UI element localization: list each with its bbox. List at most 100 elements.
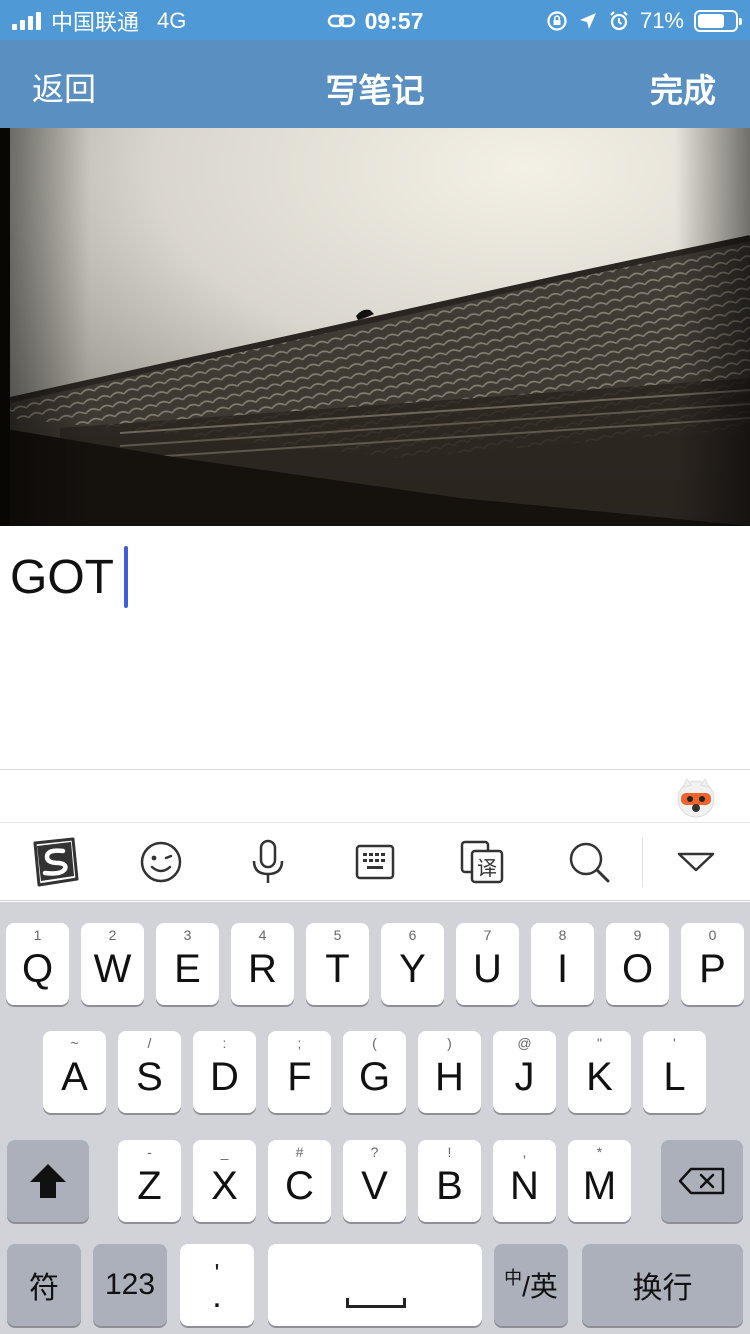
language-switch-key[interactable]: 中/英 <box>494 1244 568 1326</box>
key-n[interactable]: ,N <box>493 1140 556 1222</box>
key-secondary-label: " <box>597 1035 602 1051</box>
key-secondary-label: # <box>295 1144 304 1160</box>
shift-key[interactable] <box>7 1140 89 1222</box>
key-label: E <box>174 946 201 991</box>
key-r[interactable]: 4R <box>231 923 294 1005</box>
key-v[interactable]: ? V <box>343 1140 406 1222</box>
sogou-logo-icon[interactable] <box>26 837 82 887</box>
battery-icon <box>694 10 742 32</box>
symbols-key[interactable]: 符 <box>7 1244 81 1326</box>
key-m[interactable]: * M <box>568 1140 631 1222</box>
key-label: C <box>285 1163 314 1208</box>
key-a[interactable]: ~ A <box>43 1031 106 1113</box>
space-key[interactable] <box>268 1244 482 1326</box>
shift-icon <box>30 1164 66 1198</box>
backspace-key[interactable] <box>661 1140 743 1222</box>
key-s[interactable]: / S <box>118 1031 181 1113</box>
key-secondary-label: 5 <box>333 927 342 943</box>
key-p[interactable]: 0P <box>681 923 744 1005</box>
key-i[interactable]: 8I <box>531 923 594 1005</box>
key-secondary-label: , <box>522 1144 527 1160</box>
key-secondary-label: - <box>147 1144 152 1160</box>
key-label: T <box>325 946 350 991</box>
key-label: K <box>586 1054 613 1099</box>
key-label: Z <box>137 1163 162 1208</box>
key-label: O <box>621 946 654 991</box>
key-label: Y <box>399 946 426 991</box>
key-secondary-label: : <box>222 1035 227 1051</box>
keyboard-icon[interactable] <box>347 837 403 887</box>
key-f[interactable]: ; F <box>268 1031 331 1113</box>
key-label: U <box>473 946 502 991</box>
key-secondary-label: ' <box>673 1035 676 1051</box>
key-e[interactable]: 3E <box>156 923 219 1005</box>
key-secondary-label: 9 <box>633 927 642 943</box>
key-g[interactable]: (G <box>343 1031 406 1113</box>
translate-icon[interactable]: 译 <box>454 837 510 887</box>
collapse-keyboard-icon[interactable] <box>668 837 724 887</box>
key-w[interactable]: 2W <box>81 923 144 1005</box>
key-secondary-label: * <box>596 1144 603 1160</box>
status-bar: 中国联通 4G 09:57 71% <box>0 0 750 40</box>
key-j[interactable]: @ J <box>493 1031 556 1113</box>
return-key[interactable]: 换行 <box>582 1244 743 1326</box>
key-secondary-label: 2 <box>108 927 117 943</box>
key-t[interactable]: 5T <box>306 923 369 1005</box>
note-editor[interactable]: GOT <box>0 526 750 770</box>
key-label: D <box>210 1054 239 1099</box>
battery-percent: 71% <box>639 8 684 33</box>
rotation-lock-icon <box>547 11 567 31</box>
search-icon[interactable] <box>561 837 617 887</box>
key-b[interactable]: ! B <box>418 1140 481 1222</box>
key-label: B <box>436 1163 463 1208</box>
back-button[interactable]: 返回 <box>32 64 96 110</box>
translate-glyph: 译 <box>477 856 497 880</box>
done-button[interactable]: 完成 <box>650 64 716 112</box>
note-text: GOT <box>10 550 114 604</box>
key-k[interactable]: " K <box>568 1031 631 1113</box>
key-q[interactable]: 1Q <box>6 923 69 1005</box>
key-y[interactable]: 6Y <box>381 923 444 1005</box>
key-x[interactable]: _ X <box>193 1140 256 1222</box>
key-o[interactable]: 9O <box>606 923 669 1005</box>
key-secondary-label: 6 <box>408 927 417 943</box>
key-secondary-label: ! <box>447 1144 452 1160</box>
toolbar-divider <box>642 837 643 887</box>
key-u[interactable]: 7U <box>456 923 519 1005</box>
key-secondary-label: / <box>147 1035 152 1051</box>
mascot-icon[interactable] <box>674 775 718 819</box>
key-label: L <box>663 1054 686 1099</box>
key-label: Q <box>21 946 54 991</box>
key-z[interactable]: -Z <box>118 1140 181 1222</box>
microphone-icon[interactable] <box>240 837 296 887</box>
keyboard: 1Q2W3E4R5T6Y7U8I9O0P ~ A / S: D; F(G) H @ J " K ' L … <box>0 902 750 1334</box>
accessory-row <box>0 771 750 823</box>
alarm-icon <box>610 11 628 31</box>
key-secondary-label: ) <box>447 1035 452 1051</box>
key-secondary-label: 3 <box>183 927 192 943</box>
key-secondary-label: 7 <box>483 927 492 943</box>
location-icon <box>579 13 596 29</box>
key-label: M <box>582 1163 617 1208</box>
numbers-key[interactable]: 123 <box>93 1244 167 1326</box>
link-icon <box>327 14 355 28</box>
navigation-bar: 返回 写笔记 完成 <box>0 40 750 128</box>
key-label: R <box>248 946 277 991</box>
key-label: W <box>93 946 132 991</box>
key-secondary-label: ? <box>370 1144 379 1160</box>
backspace-icon <box>678 1167 725 1195</box>
key-secondary-label: 8 <box>558 927 567 943</box>
key-d[interactable]: :D <box>193 1031 256 1113</box>
key-label: J <box>514 1054 535 1099</box>
key-secondary-label: ( <box>372 1035 377 1051</box>
note-photo[interactable] <box>0 128 750 526</box>
key-c[interactable]: # C <box>268 1140 331 1222</box>
key-l[interactable]: ' L <box>643 1031 706 1113</box>
key-secondary-label: 0 <box>708 927 717 943</box>
key-label: V <box>361 1163 388 1208</box>
key-h[interactable]: ) H <box>418 1031 481 1113</box>
punctuation-key[interactable]: ' . <box>180 1244 254 1326</box>
key-secondary-label: ~ <box>70 1035 79 1051</box>
emoji-icon[interactable] <box>133 837 189 887</box>
key-label: I <box>556 946 569 991</box>
